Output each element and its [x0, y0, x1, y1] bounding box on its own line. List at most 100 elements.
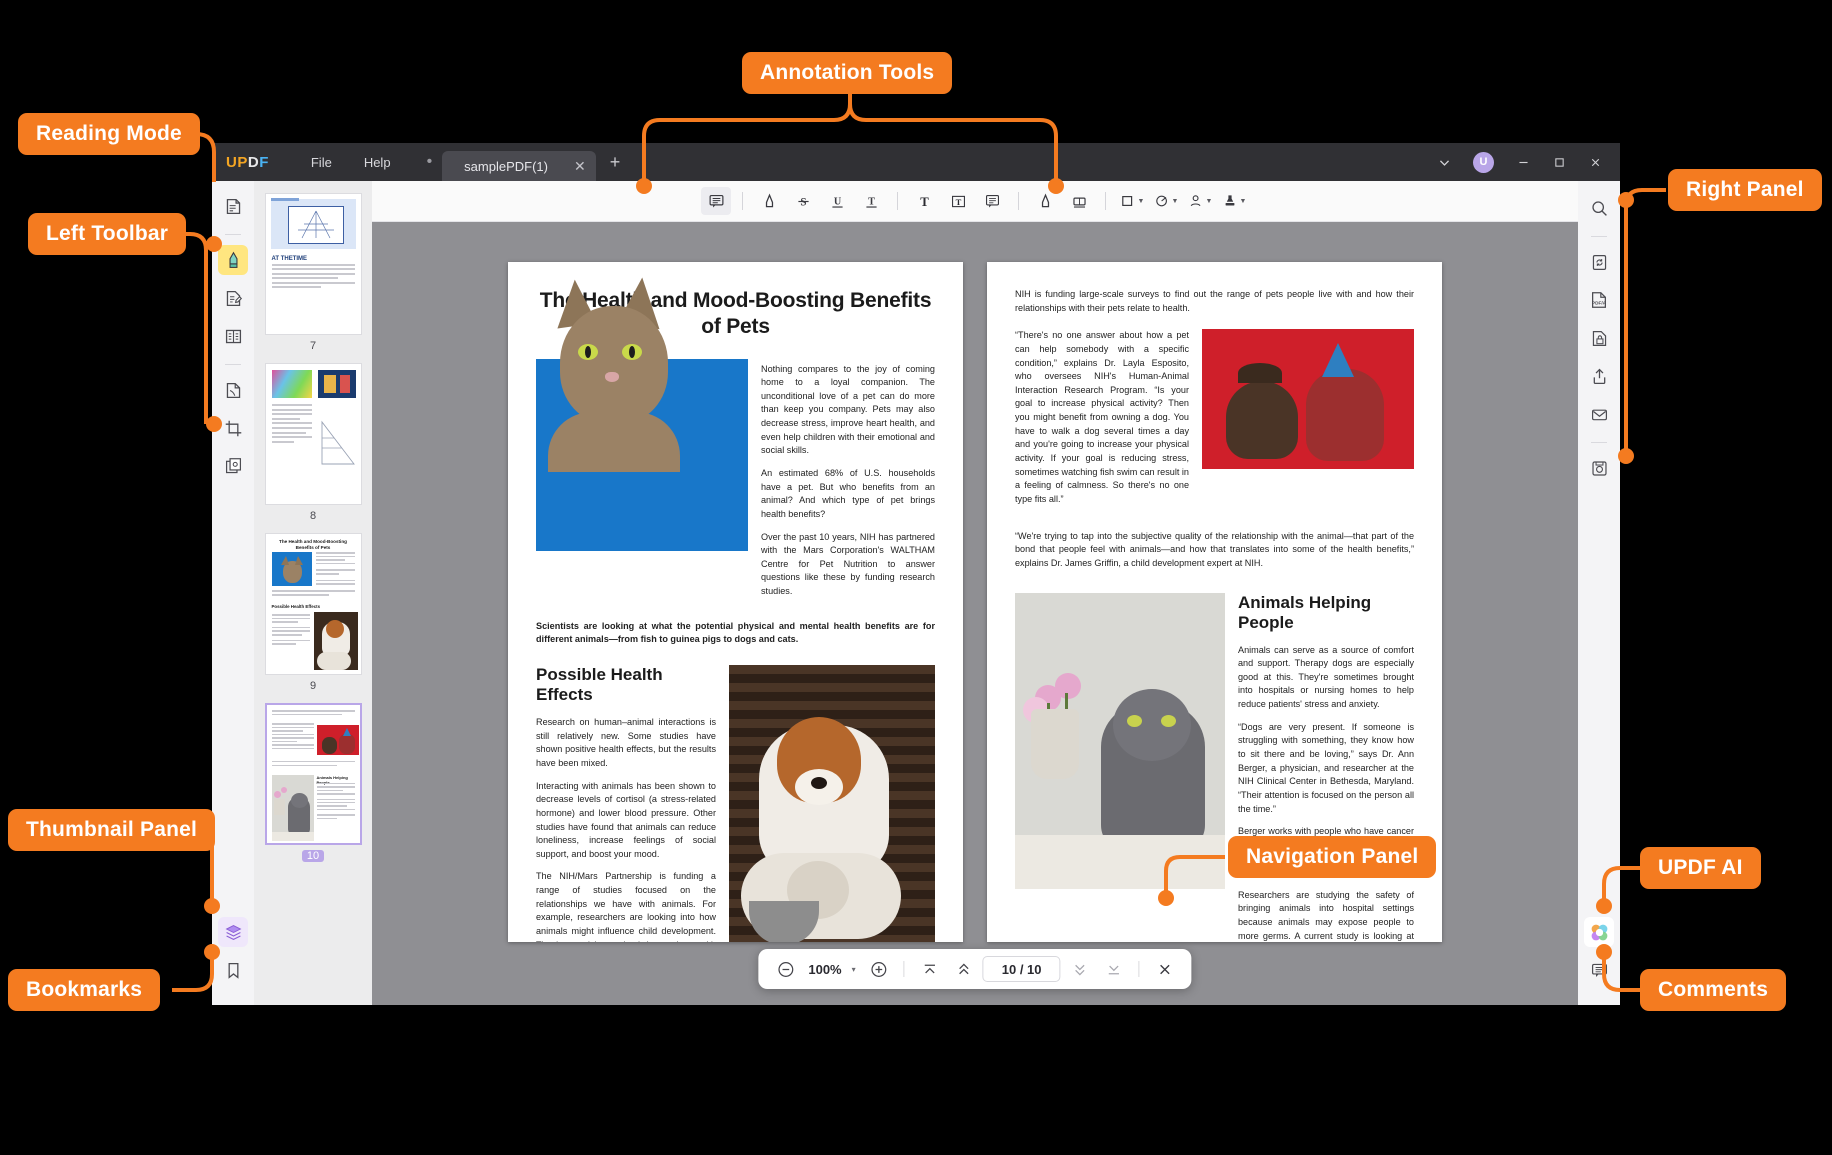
toolbar-divider-2	[897, 192, 898, 210]
sidebar-item-edit-pdf[interactable]	[218, 283, 248, 313]
share-icon[interactable]	[1584, 361, 1614, 391]
paragraph: “We're trying to tap into the subjective…	[1015, 530, 1414, 568]
maximize-button[interactable]	[1542, 143, 1576, 181]
nav-divider-1	[903, 961, 905, 977]
sidebar-item-reading-mode[interactable]	[218, 191, 248, 221]
avatar[interactable]: U	[1473, 151, 1494, 173]
sidebar-item-crop-page[interactable]	[218, 413, 248, 443]
zoom-in-button[interactable]	[864, 954, 894, 984]
toolbar-divider-4	[1105, 192, 1106, 210]
leader-dot-navigation	[1158, 890, 1174, 906]
leader-dot-thumbnail	[204, 898, 220, 914]
next-page-button[interactable]	[1065, 954, 1095, 984]
ocr-icon[interactable]	[1584, 247, 1614, 277]
callout-reading-mode: Reading Mode	[18, 113, 200, 155]
signature-caret-icon[interactable]: ▼	[1206, 198, 1213, 205]
paragraph: “Dogs are very present. If someone is st…	[1238, 721, 1414, 814]
sidebar-item-annotate[interactable]	[218, 245, 248, 275]
callout-left-toolbar: Left Toolbar	[28, 213, 187, 255]
thumbnail-panel[interactable]: AT THETIME 7 8 The Health and Mood-Boost…	[254, 181, 372, 1005]
email-icon[interactable]	[1584, 399, 1614, 429]
svg-text:U: U	[833, 196, 841, 207]
svg-text:PDF/A: PDF/A	[1592, 301, 1607, 307]
search-icon[interactable]	[1584, 193, 1614, 223]
thumbnail-label-7: 7	[309, 340, 317, 352]
tab-samplepdf[interactable]: samplePDF(1) ✕	[442, 151, 596, 181]
menu-help[interactable]: Help	[348, 143, 407, 181]
close-navigation-button[interactable]	[1150, 954, 1180, 984]
shapes-icon[interactable]: ▼	[1117, 187, 1147, 215]
first-page-button[interactable]	[915, 954, 945, 984]
paragraph: Animals can serve as a source of comfort…	[1238, 644, 1414, 710]
page-indicator[interactable]: 10 / 10	[982, 956, 1061, 982]
text-box-icon[interactable]: T	[943, 187, 973, 215]
sticker-icon[interactable]: ▼	[1151, 187, 1181, 215]
callout-navigation-panel: Navigation Panel	[1228, 836, 1437, 878]
callout-right-panel: Right Panel	[1668, 169, 1822, 211]
section-title: Possible Health Effects	[536, 665, 663, 705]
section-title: Animals Helping People	[1238, 592, 1372, 632]
callout-updf-ai: UPDF AI	[1640, 847, 1761, 889]
strikethrough-icon[interactable]: S	[788, 187, 818, 215]
leader-dot-right-panel-2	[1618, 448, 1634, 464]
comments-icon[interactable]	[1584, 955, 1614, 985]
document-viewer: S U T T T ▼ ▼ ▼ ▼ The Health and Mood-Bo…	[372, 181, 1578, 1005]
protect-icon[interactable]	[1584, 323, 1614, 353]
pdf-a-icon[interactable]: PDF/A	[1584, 285, 1614, 315]
updf-ai-icon[interactable]	[1584, 917, 1614, 947]
last-page-button[interactable]	[1099, 954, 1129, 984]
tab-title: samplePDF(1)	[464, 158, 548, 174]
tab-overflow-dot[interactable]: •	[421, 143, 443, 181]
holiday-dogs-photo	[1202, 329, 1414, 470]
rail-divider-2	[225, 364, 241, 365]
sticky-note-icon[interactable]	[701, 187, 731, 215]
right-page-quote-row: “There's no one answer about how a pet c…	[1015, 329, 1414, 515]
new-tab-button[interactable]: +	[596, 143, 635, 181]
thumbnail-page-7[interactable]: AT THETIME	[264, 193, 362, 335]
sidebar-item-convert-pdf[interactable]	[218, 375, 248, 405]
signature-icon[interactable]: ▼	[1185, 187, 1215, 215]
save-as-icon[interactable]	[1584, 453, 1614, 483]
left-page-hero: Nothing compares to the joy of coming ho…	[536, 274, 935, 608]
paragraph: The NIH/Mars Partnership is funding a ra…	[536, 871, 716, 942]
page-area[interactable]: The Health and Mood-Boosting Benefits of…	[372, 222, 1578, 1005]
close-button[interactable]	[1578, 143, 1612, 181]
leader-dot-right-panel	[1618, 192, 1634, 208]
title-bar: UPDF File Help • samplePDF(1) ✕ + U	[212, 143, 1620, 181]
tab-strip: • samplePDF(1) ✕ +	[421, 143, 635, 181]
paragraph: An estimated 68% of U.S. households have…	[761, 467, 935, 519]
thumbnail-label-9: 9	[309, 680, 317, 692]
minimize-button[interactable]	[1506, 143, 1540, 181]
callout-thumbnail-panel: Thumbnail Panel	[8, 809, 216, 851]
text-callout-icon[interactable]	[977, 187, 1007, 215]
underline-icon[interactable]: U	[822, 187, 852, 215]
sidebar-item-layers[interactable]	[218, 917, 248, 947]
thumbnail-page-8[interactable]	[264, 363, 362, 505]
shapes-caret-icon[interactable]: ▼	[1138, 198, 1145, 205]
updf-logo: UPDF	[226, 153, 269, 171]
zoom-caret-icon[interactable]: ▾	[852, 965, 856, 974]
sticker-caret-icon[interactable]: ▼	[1172, 198, 1179, 205]
squiggly-underline-icon[interactable]: T	[856, 187, 886, 215]
previous-page-button[interactable]	[949, 954, 979, 984]
sidebar-item-organize-pages[interactable]	[218, 321, 248, 351]
tab-close-icon[interactable]: ✕	[574, 158, 586, 175]
stamp-icon[interactable]: ▼	[1219, 187, 1249, 215]
sidebar-item-bookmarks[interactable]	[218, 955, 248, 985]
document-page-left: The Health and Mood-Boosting Benefits of…	[508, 262, 963, 942]
thumbnail-page-9[interactable]: The Health and Mood-Boosting Benefits of …	[264, 533, 362, 675]
paragraph: NIH is funding large-scale surveys to fi…	[1015, 289, 1414, 313]
chevron-down-icon[interactable]	[1427, 143, 1461, 181]
stamp-caret-icon[interactable]: ▼	[1240, 198, 1247, 205]
navigation-panel[interactable]: 100% ▾ 10 / 10	[758, 949, 1192, 989]
eraser-icon[interactable]	[1064, 187, 1094, 215]
highlighter-icon[interactable]	[754, 187, 784, 215]
sidebar-item-page-tools[interactable]	[218, 451, 248, 481]
text-tool-icon[interactable]: T	[909, 187, 939, 215]
possible-health-effects-section: Possible Health Effects Research on huma…	[536, 665, 935, 942]
menu-file[interactable]: File	[295, 143, 348, 181]
zoom-out-button[interactable]	[770, 954, 800, 984]
zoom-level[interactable]: 100%	[804, 962, 845, 977]
paragraph: Researchers are studying the safety of b…	[1238, 889, 1414, 941]
thumbnail-page-10[interactable]: Animals Helping People	[264, 703, 362, 845]
